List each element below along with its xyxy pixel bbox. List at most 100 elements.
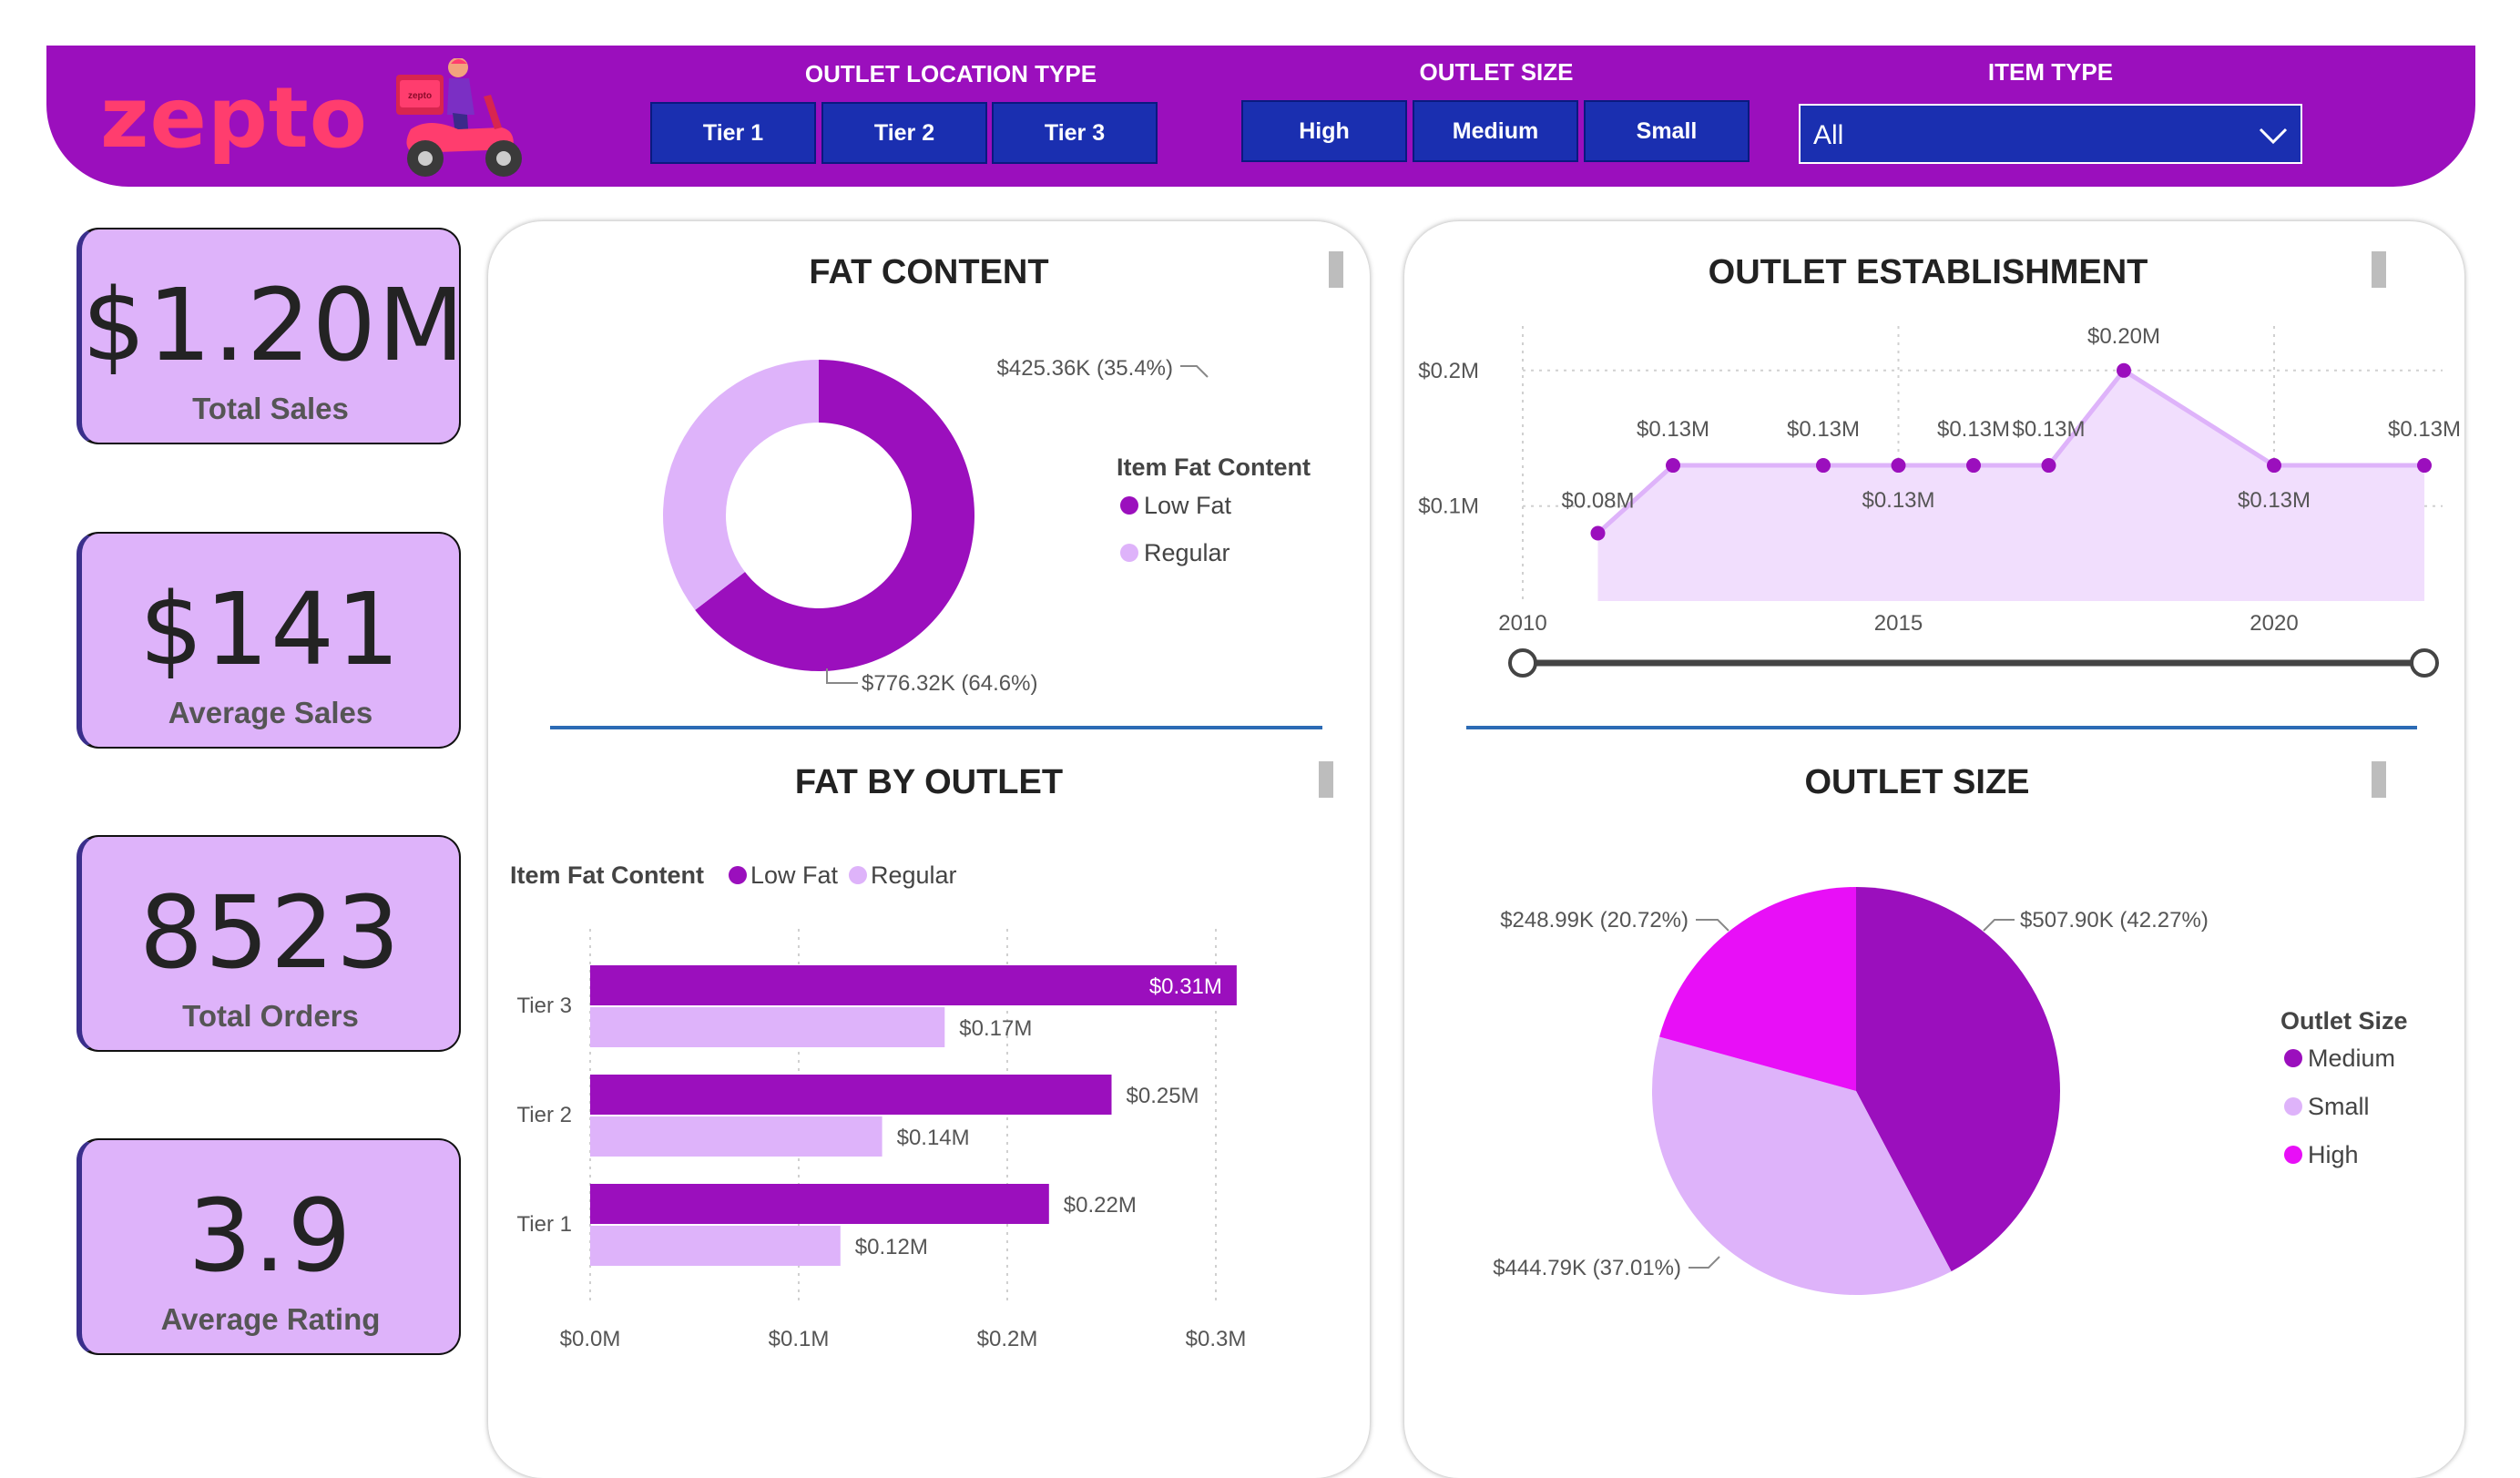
area-point-2011[interactable]: [1590, 525, 1606, 541]
bar-tier-1-regular[interactable]: [590, 1226, 841, 1266]
section-divider: [550, 726, 1322, 729]
slice-label-medium: $507.90K (42.27%): [2020, 908, 2209, 933]
header-bar: zepto zepto OUTLET LOCATION TYPE Tier 1 …: [46, 46, 2475, 187]
y-tick-label: $0.1M: [1418, 494, 1479, 519]
panel-grip-handle[interactable]: [2372, 251, 2386, 288]
leader-line: [1983, 919, 2015, 932]
area-point-label: $0.13M: [2012, 417, 2085, 442]
slider-end-handle[interactable]: [2410, 648, 2439, 678]
section-divider: [1466, 726, 2417, 729]
bar-value-label: $0.25M: [1127, 1084, 1199, 1108]
chevron-down-icon[interactable]: [2257, 118, 2290, 151]
kpi-value: $1.20M: [82, 267, 466, 383]
panel-grip-handle[interactable]: [2372, 761, 2386, 798]
kpi-card-total-orders: 8523 Total Orders: [77, 835, 461, 1052]
scooter-badge-text: zepto: [408, 91, 432, 101]
area-point-label: $0.08M: [1561, 489, 1634, 514]
area-point-2016[interactable]: [1966, 458, 1981, 474]
item-type-selected: All: [1813, 120, 1844, 150]
scooter-icon: zepto: [396, 58, 522, 177]
outlet-establishment-title: OUTLET ESTABLISHMENT: [1708, 253, 2148, 291]
bar-value-label: $0.14M: [897, 1126, 970, 1150]
bar-value-label: $0.12M: [855, 1235, 928, 1259]
area-point-2014[interactable]: [1816, 458, 1831, 474]
slice-label-small: $444.79K (37.01%): [1493, 1256, 1681, 1280]
fat-by-outlet-chart: Item Fat Content Low Fat Regular $0.0M $0…: [510, 861, 1247, 1351]
date-range-slider[interactable]: [1508, 648, 2439, 678]
slicer-tier-1-button[interactable]: Tier 1: [650, 102, 816, 164]
legend-marker-low-fat: [1120, 496, 1138, 515]
y-tick-label: $0.2M: [1418, 359, 1479, 383]
slice-label-low-fat: $776.32K (64.6%): [862, 671, 1037, 696]
kpi-value: 8523: [139, 874, 402, 991]
item-type-dropdown[interactable]: All: [1799, 104, 2302, 164]
legend-marker-regular: [849, 866, 867, 884]
kpi-card-total-sales: $1.20M Total Sales: [77, 228, 466, 444]
legend-label-low-fat: Low Fat: [1144, 492, 1232, 519]
legend-label-medium: Medium: [2308, 1045, 2395, 1072]
area-point-2012[interactable]: [1666, 458, 1680, 474]
bar-tier-1-low-fat[interactable]: [590, 1184, 1049, 1224]
legend-label-high: High: [2308, 1141, 2359, 1168]
bar-tier-2-regular[interactable]: [590, 1116, 883, 1157]
slice-label-high: $248.99K (20.72%): [1500, 908, 1689, 933]
slicer-small-button[interactable]: Small: [1584, 100, 1750, 162]
x-tick-label: $0.0M: [560, 1327, 621, 1351]
legend-title: Outlet Size: [2280, 1007, 2408, 1035]
bar-tier-3-low-fat[interactable]: [590, 965, 1237, 1005]
outlet-establishment-chart: $0.1M$0.2M2010 2015 2020 $0.08M$0.13M $0.13…: [1418, 324, 2461, 678]
area-point-label: $0.13M: [1937, 417, 2010, 442]
area-point-label: $0.13M: [1637, 417, 1709, 442]
slicer-high-button[interactable]: High: [1241, 100, 1407, 162]
bar-value-label: $0.17M: [959, 1016, 1032, 1041]
legend-marker-high: [2284, 1146, 2302, 1164]
bar-value-label: $0.22M: [1064, 1193, 1137, 1218]
kpi-card-average-sales: $141 Average Sales: [77, 532, 461, 749]
area-point-2017[interactable]: [2041, 458, 2056, 474]
x-tick-label: 2020: [2250, 611, 2298, 636]
leader-line: [1696, 919, 1729, 932]
panel-grip-handle[interactable]: [1329, 251, 1343, 288]
legend-title: Item Fat Content: [1117, 454, 1311, 481]
zepto-logo: zepto: [100, 69, 368, 167]
slider-start-handle[interactable]: [1508, 648, 1537, 678]
slicer-tier-2-button[interactable]: Tier 2: [821, 102, 987, 164]
legend-label-small: Small: [2308, 1093, 2370, 1120]
slice-label-regular: $425.36K (35.4%): [997, 356, 1173, 381]
x-tick-label: $0.2M: [977, 1327, 1038, 1351]
area-point-2020[interactable]: [2267, 458, 2281, 474]
leader-line: [1180, 365, 1209, 378]
bar-tier-3-regular[interactable]: [590, 1007, 945, 1047]
slicer-medium-button[interactable]: Medium: [1413, 100, 1578, 162]
leader-line: [1689, 1256, 1720, 1269]
fat-content-chart: $425.36K (35.4%) $776.32K (64.6%) Item F…: [663, 356, 1311, 696]
legend-label-regular: Regular: [1144, 539, 1230, 566]
y-category-label: Tier 1: [517, 1212, 572, 1237]
donut-slice-regular[interactable]: [663, 360, 819, 610]
area-point-2015[interactable]: [1891, 458, 1906, 474]
area-fill: [1597, 370, 2424, 601]
kpi-value: $141: [139, 571, 402, 688]
y-category-label: Tier 3: [517, 994, 572, 1018]
x-tick-label: $0.1M: [769, 1327, 830, 1351]
kpi-label: Total Orders: [182, 999, 359, 1033]
bar-value-label: $0.31M: [1149, 974, 1222, 999]
area-point-label: $0.13M: [1787, 417, 1860, 442]
bar-tier-2-low-fat[interactable]: [590, 1075, 1112, 1115]
legend-label-regular: Regular: [871, 861, 957, 889]
area-point-2018[interactable]: [2117, 362, 2131, 378]
kpi-card-average-rating: 3.9 Average Rating: [77, 1138, 461, 1355]
panel-grip-handle[interactable]: [1319, 761, 1333, 798]
x-tick-label: $0.3M: [1186, 1327, 1247, 1351]
kpi-label: Total Sales: [192, 392, 349, 425]
area-point-2022[interactable]: [2417, 458, 2432, 474]
legend-marker-small: [2284, 1097, 2302, 1116]
fat-content-title: FAT CONTENT: [809, 253, 1049, 291]
slicer-tier-3-button[interactable]: Tier 3: [992, 102, 1158, 164]
outlet-size-chart: $248.99K (20.72%) $507.90K (42.27%) $444…: [1493, 887, 2408, 1295]
legend-marker-medium: [2284, 1049, 2302, 1067]
x-tick-label: 2010: [1498, 611, 1546, 636]
outlet-location-type-title: OUTLET LOCATION TYPE: [804, 60, 1097, 87]
legend-title: Item Fat Content: [510, 861, 704, 889]
kpi-value: 3.9: [188, 1177, 353, 1294]
